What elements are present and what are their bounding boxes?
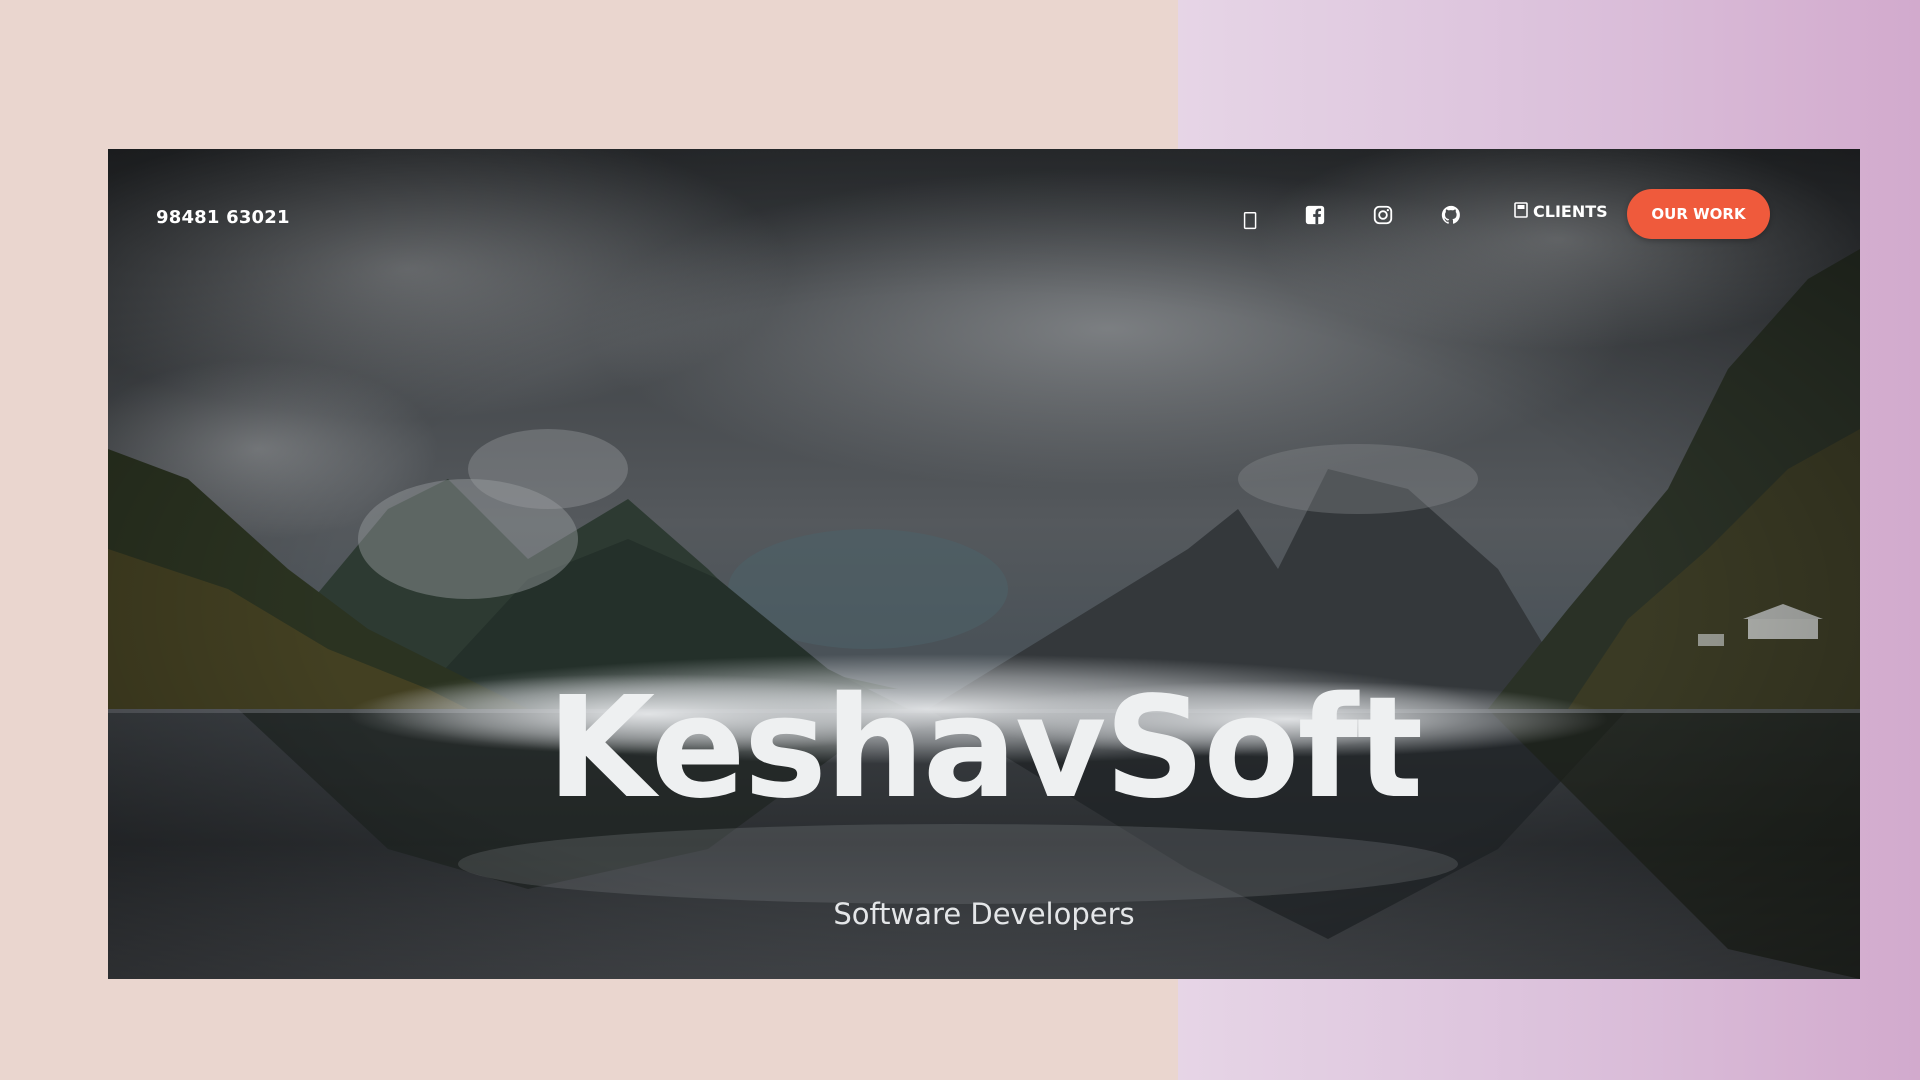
clients-icon	[1514, 201, 1528, 218]
phone-number[interactable]: 98481 63021	[156, 207, 290, 228]
clients-label: CLIENTS	[1533, 202, 1608, 221]
phone-icon[interactable]	[1237, 207, 1265, 235]
github-icon[interactable]	[1437, 201, 1465, 229]
our-work-button[interactable]: OUR WORK	[1627, 189, 1770, 239]
top-navbar: 98481 63021 CLIENTS OUR WORK	[108, 149, 1860, 279]
hero-section: 98481 63021 CLIENTS OUR WORK KeshavSoft …	[108, 149, 1860, 979]
facebook-icon[interactable]	[1301, 201, 1329, 229]
hero-subtitle: Software Developers	[833, 897, 1135, 931]
instagram-icon[interactable]	[1369, 201, 1397, 229]
clients-link[interactable]: CLIENTS	[1514, 201, 1608, 221]
brand-title: KeshavSoft	[546, 667, 1424, 830]
